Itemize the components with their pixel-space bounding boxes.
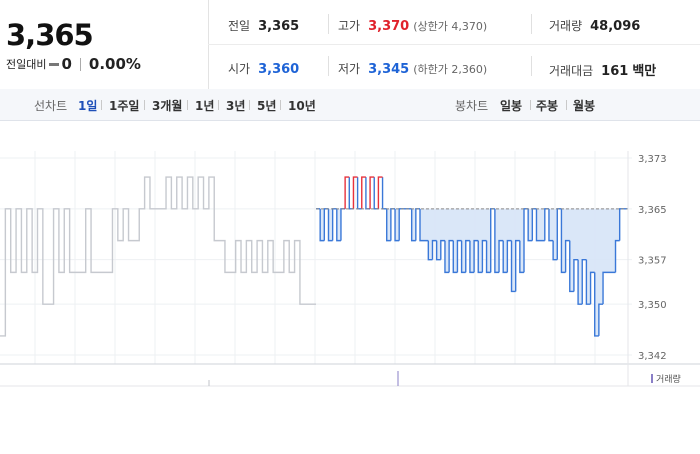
candle-daily[interactable]: 일봉: [500, 97, 522, 114]
candle-monthly[interactable]: 월봉: [573, 97, 595, 114]
period-3y[interactable]: 3년: [226, 97, 245, 114]
amount-stat: 거래대금 161 백만: [549, 60, 656, 79]
stats-grid: 전일 3,365 고가 3,370 (상한가 4,370) 거래량 48,096…: [208, 0, 700, 89]
candle-weekly[interactable]: 주봉: [536, 97, 558, 114]
y-tick-label: 3,350: [638, 300, 667, 311]
open-stat: 시가 3,360: [228, 60, 299, 77]
y-tick-label: 3,365: [638, 205, 667, 216]
divider: [280, 100, 281, 110]
col-divider: [531, 56, 532, 76]
divider: [249, 100, 250, 110]
divider: [101, 100, 102, 110]
line-chart-label: 선차트: [34, 99, 68, 113]
col-divider: [328, 56, 329, 76]
period-5y[interactable]: 5년: [257, 97, 276, 114]
low-label: 저가: [338, 62, 361, 76]
divider: [218, 100, 219, 110]
prev-close-value: 3,365: [258, 19, 300, 34]
period-bar: 선차트 1일 1주일 3개월 1년 3년 5년 10년 봉차트 일봉 주봉 월봉: [0, 89, 700, 121]
change-percent: 0.00%: [88, 55, 141, 73]
period-3m[interactable]: 3개월: [152, 97, 182, 114]
divider: [79, 57, 81, 71]
open-label: 시가: [228, 62, 251, 76]
y-tick-label: 3,373: [638, 154, 667, 165]
price-chart: 3,373 3,365 3,357 3,350 3,342 거래량: [0, 151, 700, 387]
current-price: 3,365: [6, 18, 94, 52]
low-value: 3,345: [368, 62, 410, 77]
high-value: 3,370: [368, 19, 410, 34]
divider: [530, 100, 531, 110]
period-1y[interactable]: 1년: [195, 97, 214, 114]
row-divider: [208, 44, 700, 45]
volume-legend-label: 거래량: [656, 373, 681, 385]
period-1w[interactable]: 1주일: [109, 97, 139, 114]
candle-chart-label: 봉차트: [455, 99, 489, 113]
col-divider: [531, 14, 532, 34]
period-10y[interactable]: 10년: [288, 97, 316, 114]
high-stat: 고가 3,370 (상한가 4,370): [338, 17, 487, 34]
volume-legend-swatch: [651, 374, 653, 383]
lower-limit-note: (하한가 2,360): [413, 63, 488, 76]
prev-close-stat: 전일 3,365: [228, 17, 299, 34]
amount-unit: 백만: [632, 64, 657, 79]
low-stat: 저가 3,345 (하한가 2,360): [338, 60, 487, 77]
volume-stat: 거래량 48,096: [549, 17, 640, 34]
amount-label: 거래대금: [549, 64, 594, 78]
y-tick-label: 3,357: [638, 256, 667, 267]
prev-close-label: 전일: [228, 19, 251, 33]
flat-change-icon: [49, 62, 60, 66]
open-value: 3,360: [258, 62, 300, 77]
volume-value: 48,096: [590, 19, 641, 34]
upper-limit-note: (상한가 4,370): [413, 20, 488, 33]
divider: [187, 100, 188, 110]
volume-label: 거래량: [549, 19, 583, 33]
y-tick-label: 3,342: [638, 351, 667, 362]
change-value: 0: [61, 55, 72, 73]
price-box: 3,365 전일대비 0 0.00%: [0, 0, 209, 89]
prev-session-line: [0, 176, 316, 337]
change-row: 전일대비 0 0.00%: [6, 55, 141, 73]
quote-summary: 3,365 전일대비 0 0.00% 전일 3,365 고가 3,370 (상한…: [0, 0, 700, 90]
period-1d[interactable]: 1일: [78, 97, 97, 114]
col-divider: [328, 14, 329, 34]
above-ref-line: [344, 176, 383, 209]
divider: [144, 100, 145, 110]
price-chart-area: 3,373 3,365 3,357 3,350 3,342 거래량: [0, 121, 700, 450]
amount-value: 161: [601, 64, 629, 79]
divider: [566, 100, 567, 110]
change-label: 전일대비: [6, 58, 47, 71]
high-label: 고가: [338, 19, 361, 33]
